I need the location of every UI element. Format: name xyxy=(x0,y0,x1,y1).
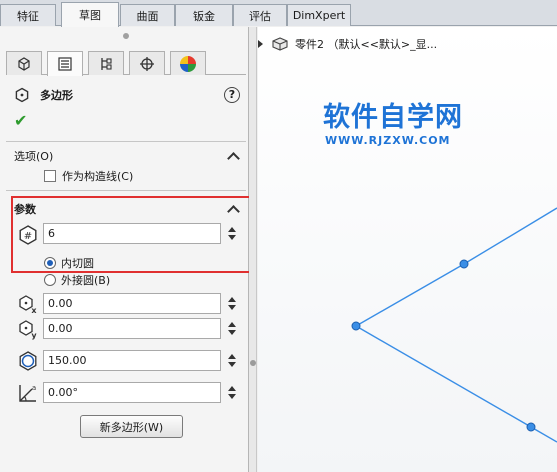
polygon-vertex[interactable] xyxy=(459,259,469,269)
parameters-highlight-box xyxy=(11,196,252,273)
center-y-input[interactable]: 0.00 xyxy=(43,318,221,339)
svg-text:y: y xyxy=(31,331,37,340)
center-y-spinner[interactable] xyxy=(225,318,239,339)
diameter-spinner[interactable] xyxy=(225,350,239,371)
angle-input[interactable]: 0.00° xyxy=(43,382,221,403)
center-x-icon: x xyxy=(19,295,37,315)
crosshair-icon xyxy=(140,56,154,71)
circle-diameter-input[interactable]: 150.00 xyxy=(43,350,221,371)
panel-grip[interactable] xyxy=(123,33,129,39)
tab-evaluate[interactable]: 评估 xyxy=(233,4,287,26)
collapse-chevron-icon[interactable] xyxy=(227,152,240,165)
tab-features[interactable]: 特征 xyxy=(0,4,56,26)
construction-geometry-checkbox-row[interactable]: 作为构造线(C) xyxy=(44,168,133,184)
options-section-header[interactable]: 选项(O) xyxy=(14,147,242,165)
appearance-pie-icon xyxy=(180,55,196,72)
svg-text:x: x xyxy=(31,306,37,315)
polygon-edge[interactable] xyxy=(355,325,532,428)
configuration-manager-tab[interactable] xyxy=(88,51,124,75)
tab-dimxpert[interactable]: DimXpert xyxy=(287,4,351,26)
polygon-edge[interactable] xyxy=(463,207,557,265)
feature-manager-tab[interactable] xyxy=(6,51,42,75)
display-manager-tab[interactable] xyxy=(170,51,206,75)
polygon-vertex[interactable] xyxy=(351,321,361,331)
polygon-edge[interactable] xyxy=(530,426,557,443)
tab-surfaces[interactable]: 曲面 xyxy=(120,4,175,26)
panel-splitter[interactable] xyxy=(249,27,257,472)
splitter-handle[interactable] xyxy=(250,360,256,366)
divider xyxy=(6,141,246,142)
polygon-edge[interactable] xyxy=(355,263,465,327)
new-polygon-button[interactable]: 新多边形(W) xyxy=(80,415,183,438)
angle-icon: a xyxy=(19,384,36,402)
sketch-polygon-preview[interactable] xyxy=(258,27,557,472)
tab-sheet-metal[interactable]: 钣金 xyxy=(175,4,233,26)
tab-sketch[interactable]: 草图 xyxy=(61,2,119,27)
help-icon[interactable]: ? xyxy=(224,87,240,103)
center-y-icon: y xyxy=(19,320,37,340)
command-manager-tabs: 特征 草图 曲面 钣金 评估 DimXpert xyxy=(0,0,557,27)
configuration-icon xyxy=(101,57,112,70)
dimxpert-manager-tab[interactable] xyxy=(129,51,165,75)
divider xyxy=(6,190,246,191)
polygon-icon xyxy=(15,87,29,103)
center-x-spinner[interactable] xyxy=(225,293,239,314)
property-manager-tab[interactable] xyxy=(47,51,83,76)
polygon-title-row: 多边形 ? xyxy=(14,83,242,107)
circumscribed-radio[interactable] xyxy=(44,274,56,286)
page-title: 多边形 xyxy=(40,89,73,102)
ok-check-icon[interactable]: ✔ xyxy=(14,111,27,130)
circle-diameter-icon xyxy=(19,351,37,371)
svg-text:a: a xyxy=(32,384,36,392)
feature-tree-icon xyxy=(18,56,30,71)
construction-checkbox[interactable] xyxy=(44,170,56,182)
center-x-input[interactable]: 0.00 xyxy=(43,293,221,314)
angle-spinner[interactable] xyxy=(225,382,239,403)
property-list-icon xyxy=(58,57,72,71)
circumscribed-circle-option[interactable]: 外接圆(B) xyxy=(44,272,110,288)
manager-icon-tabs xyxy=(6,51,246,76)
polygon-vertex[interactable] xyxy=(526,422,536,432)
